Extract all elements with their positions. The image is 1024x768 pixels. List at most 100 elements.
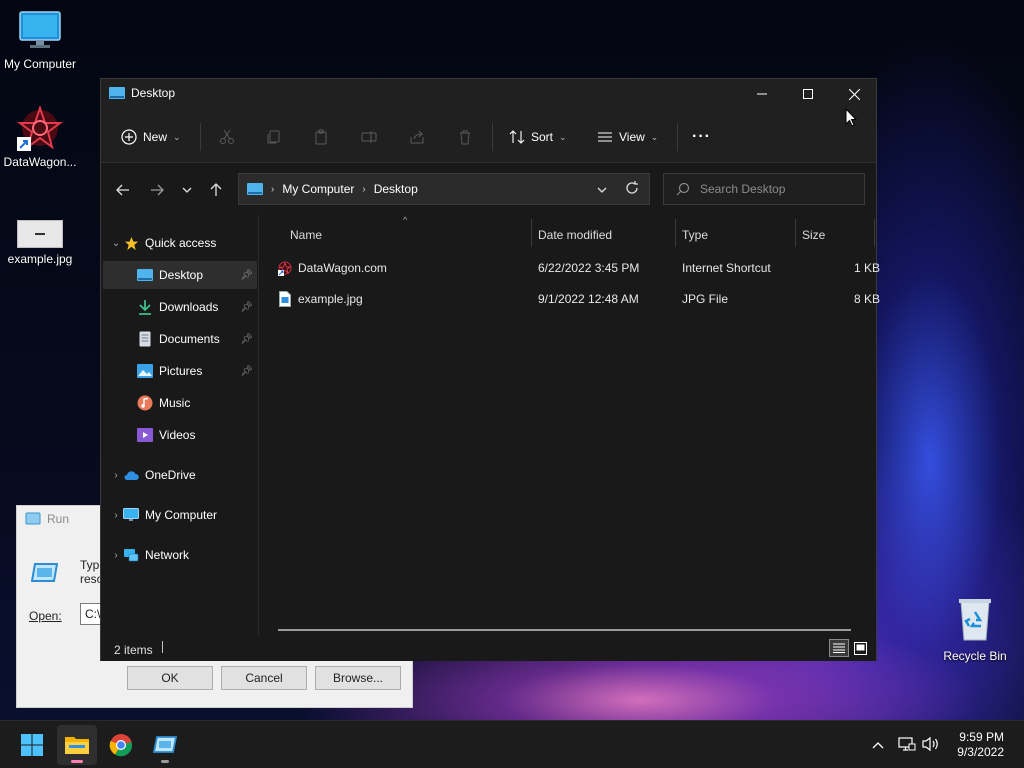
column-header-date-modified[interactable]: Date modified: [538, 223, 612, 247]
breadcrumb-desktop[interactable]: Desktop: [374, 182, 418, 196]
sidebar-item-documents[interactable]: Documents 📌︎: [103, 325, 257, 353]
file-row[interactable]: example.jpg 9/1/2022 12:48 AM JPG File 8…: [272, 286, 880, 314]
forward-button[interactable]: [147, 181, 167, 199]
chevron-right-icon[interactable]: ›: [109, 470, 123, 481]
search-icon: [676, 182, 690, 196]
breadcrumb-chevron-icon: ›: [271, 183, 275, 195]
trash-icon: [460, 130, 470, 145]
column-divider[interactable]: [531, 219, 532, 247]
scissors-icon: [220, 129, 234, 144]
horizontal-scrollbar[interactable]: [278, 629, 851, 631]
minimize-button[interactable]: [739, 79, 785, 109]
system-clock[interactable]: 9:59 PM 9/3/2022: [957, 730, 1004, 760]
desktop-icon-datawagon[interactable]: DataWagon...: [0, 104, 80, 169]
column-header-type[interactable]: Type: [682, 223, 708, 247]
sidebar-item-pictures[interactable]: Pictures 📌︎: [103, 357, 257, 385]
column-divider[interactable]: [874, 219, 875, 247]
up-button[interactable]: [206, 181, 226, 199]
run-icon: [153, 736, 177, 753]
arrow-up-icon: [210, 183, 222, 196]
sidebar-item-label: Network: [145, 548, 190, 562]
taskbar-run[interactable]: [145, 725, 185, 765]
sidebar-item-onedrive[interactable]: › OneDrive: [103, 461, 257, 489]
column-divider[interactable]: [795, 219, 796, 247]
maximize-button[interactable]: [785, 79, 831, 109]
desktop-icon-recycle-bin[interactable]: Recycle Bin: [935, 596, 1015, 663]
chevron-down-icon[interactable]: ⌄: [109, 238, 123, 249]
refresh-button[interactable]: [625, 181, 639, 198]
back-button[interactable]: [113, 181, 133, 199]
details-view-button[interactable]: [829, 639, 849, 657]
search-box[interactable]: Search Desktop: [663, 173, 865, 205]
desktop-icon-label: Recycle Bin: [943, 649, 1007, 663]
chevron-right-icon[interactable]: ›: [109, 510, 123, 521]
sidebar-item-desktop[interactable]: Desktop 📌︎: [103, 261, 257, 289]
run-open-label: Open:: [29, 609, 62, 623]
address-bar[interactable]: › My Computer › Desktop: [238, 173, 650, 205]
address-history-dropdown[interactable]: [597, 182, 607, 196]
sidebar-item-quick-access[interactable]: ⌄ Quick access: [103, 229, 257, 257]
new-button[interactable]: New ⌄: [121, 125, 181, 149]
run-cancel-button[interactable]: Cancel: [221, 666, 307, 690]
large-icons-view-icon: [853, 641, 867, 655]
navigation-bar: › My Computer › Desktop Search Desktop: [101, 163, 876, 215]
delete-button[interactable]: [457, 125, 473, 149]
taskbar-file-explorer[interactable]: [57, 725, 97, 765]
run-browse-button[interactable]: Browse...: [315, 666, 401, 690]
large-icons-view-button[interactable]: [852, 640, 868, 656]
datawagon-logo-icon: [17, 104, 63, 151]
sidebar-item-music[interactable]: Music: [103, 389, 257, 417]
chevron-right-icon[interactable]: ›: [109, 550, 123, 561]
run-ok-button[interactable]: OK: [127, 666, 213, 690]
title-bar[interactable]: Desktop: [101, 79, 876, 111]
pin-icon: 📌︎: [240, 301, 253, 313]
status-divider: [162, 641, 163, 653]
file-size: 8 KB: [853, 292, 880, 306]
rename-button[interactable]: [361, 125, 377, 149]
command-bar: New ⌄ Sort ⌄ View ⌄ ···: [101, 111, 876, 163]
recent-locations-button[interactable]: [177, 181, 197, 199]
windows-logo-icon: [21, 734, 43, 756]
image-file-icon: [17, 220, 63, 248]
network-status-button[interactable]: [898, 736, 916, 755]
copy-button[interactable]: [266, 125, 282, 149]
share-button[interactable]: [409, 125, 425, 149]
sidebar-item-my-computer[interactable]: › My Computer: [103, 501, 257, 529]
toolbar-divider: [492, 123, 493, 151]
star-icon: [123, 235, 139, 251]
view-button[interactable]: View ⌄: [597, 125, 658, 149]
breadcrumb-my-computer[interactable]: My Computer: [282, 182, 354, 196]
show-hidden-icons-button[interactable]: [872, 736, 884, 752]
file-name: DataWagon.com: [298, 261, 387, 275]
more-options-button[interactable]: ···: [692, 125, 711, 149]
search-placeholder: Search Desktop: [700, 182, 786, 196]
column-divider[interactable]: [675, 219, 676, 247]
column-header-name[interactable]: Name: [290, 223, 322, 247]
sidebar-item-network[interactable]: › Network: [103, 541, 257, 569]
chevron-up-icon: [872, 742, 884, 749]
sidebar-item-downloads[interactable]: Downloads 📌︎: [103, 293, 257, 321]
column-header-size[interactable]: Size: [802, 223, 825, 247]
cut-button[interactable]: [219, 125, 235, 149]
window-title-text: Desktop: [131, 86, 176, 100]
desktop-icon-example-jpg[interactable]: example.jpg: [0, 220, 80, 266]
close-button[interactable]: [831, 79, 877, 109]
volume-button[interactable]: [922, 736, 940, 755]
file-date-modified: 9/1/2022 12:48 AM: [538, 292, 639, 306]
taskbar-chrome[interactable]: [101, 725, 141, 765]
file-name: example.jpg: [298, 292, 363, 306]
clock-time: 9:59 PM: [959, 730, 1004, 744]
download-icon: [137, 299, 153, 315]
paste-button[interactable]: [313, 125, 329, 149]
desktop-icon-my-computer[interactable]: My Computer: [0, 10, 80, 71]
share-icon: [410, 130, 424, 144]
rename-icon: [361, 131, 377, 143]
file-explorer-window[interactable]: Desktop New ⌄ Sort ⌄ View ⌄ ··· › My Com…: [100, 78, 880, 661]
start-button[interactable]: [12, 725, 52, 765]
video-icon: [137, 427, 153, 443]
sidebar-item-videos[interactable]: Videos: [103, 421, 257, 449]
music-icon: [137, 395, 153, 411]
file-row[interactable]: DataWagon.com 6/22/2022 3:45 PM Internet…: [272, 255, 880, 283]
sort-button[interactable]: Sort ⌄: [509, 125, 567, 149]
running-indicator: [161, 760, 169, 763]
